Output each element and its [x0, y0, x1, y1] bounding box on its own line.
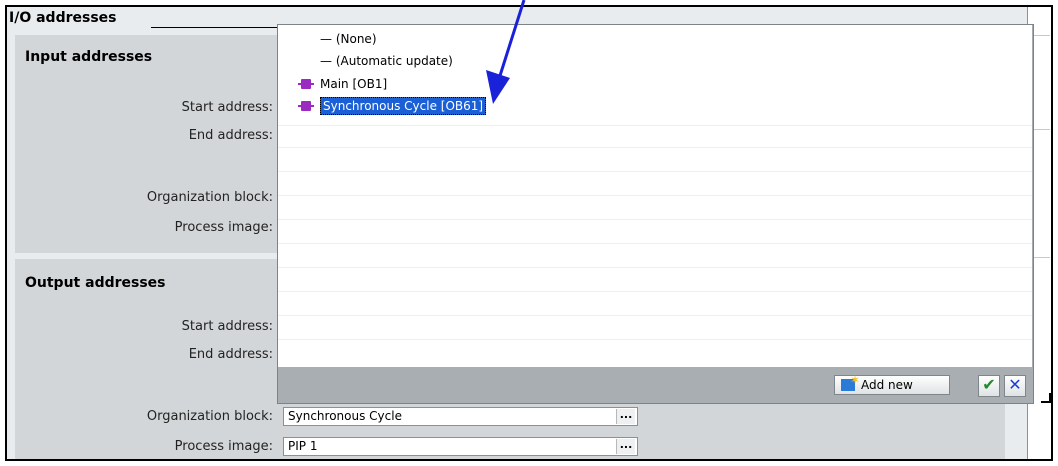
input-end-address-label: End address:	[188, 128, 273, 143]
process-image-browse-button[interactable]: ...	[616, 439, 635, 454]
dropdown-option-automatic-update[interactable]: — (Automatic update)	[278, 51, 978, 71]
output-addresses-title: Output addresses	[25, 275, 166, 291]
organization-block-dropdown[interactable]: — (None) — (Automatic update) Main [OB1]…	[277, 24, 1034, 404]
option-dash: —	[320, 32, 332, 46]
grid-line	[278, 195, 1033, 196]
dropdown-option-main-ob1[interactable]: Main [OB1]	[278, 74, 978, 94]
popup-divider	[1032, 25, 1033, 368]
resize-grip-icon[interactable]	[1041, 393, 1051, 403]
add-new-button[interactable]: ✶ Add new	[834, 373, 950, 395]
output-process-image-field[interactable]: PIP 1 ...	[283, 437, 638, 456]
io-addresses-panel: I/O addresses Input addresses Start addr…	[5, 5, 1053, 461]
organization-block-browse-button[interactable]: ...	[616, 409, 635, 424]
grid-line	[278, 291, 1033, 292]
input-addresses-title: Input addresses	[25, 49, 153, 65]
option-text: (None)	[335, 32, 377, 46]
option-text: Synchronous Cycle [OB61]	[320, 97, 487, 115]
section-title: I/O addresses	[9, 10, 117, 26]
grid-line	[278, 219, 1033, 220]
cancel-button[interactable]: ✕	[1004, 375, 1026, 397]
grid-line	[278, 125, 1033, 126]
dropdown-footer: ✶ Add new ✔ ✕	[278, 367, 1033, 403]
input-start-address-label: Start address:	[181, 100, 273, 115]
option-dash: —	[320, 54, 332, 68]
grid-line	[278, 171, 1033, 172]
grid-line	[278, 147, 1033, 148]
dropdown-option-none[interactable]: — (None)	[278, 29, 978, 49]
add-new-label: Add new	[861, 378, 913, 392]
output-process-image-label: Process image:	[174, 439, 273, 454]
output-organization-block-field[interactable]: Synchronous Cycle ...	[283, 407, 638, 426]
input-process-image-label: Process image:	[174, 220, 273, 235]
output-process-image-value: PIP 1	[288, 439, 318, 453]
option-text: (Automatic update)	[335, 54, 453, 68]
grid-line	[278, 243, 1033, 244]
output-organization-block-label: Organization block:	[146, 409, 273, 424]
grid-line	[278, 267, 1033, 268]
output-end-address-label: End address:	[188, 347, 273, 362]
dropdown-option-synchronous-cycle-ob61[interactable]: Synchronous Cycle [OB61]	[278, 96, 978, 116]
output-start-address-label: Start address:	[181, 319, 273, 334]
output-organization-block-value: Synchronous Cycle	[288, 409, 402, 423]
grid-line	[278, 339, 1033, 340]
organization-block-icon	[298, 79, 314, 89]
option-label: — (None)	[320, 29, 377, 49]
sparkle-icon: ✶	[850, 373, 861, 387]
option-label: — (Automatic update)	[320, 51, 453, 71]
confirm-button[interactable]: ✔	[978, 375, 1000, 397]
option-text: Main [OB1]	[320, 77, 388, 91]
input-organization-block-label: Organization block:	[146, 190, 273, 205]
checkmark-icon: ✔	[982, 375, 996, 394]
close-icon: ✕	[1008, 375, 1022, 394]
grid-line	[278, 315, 1033, 316]
organization-block-icon	[298, 101, 314, 111]
